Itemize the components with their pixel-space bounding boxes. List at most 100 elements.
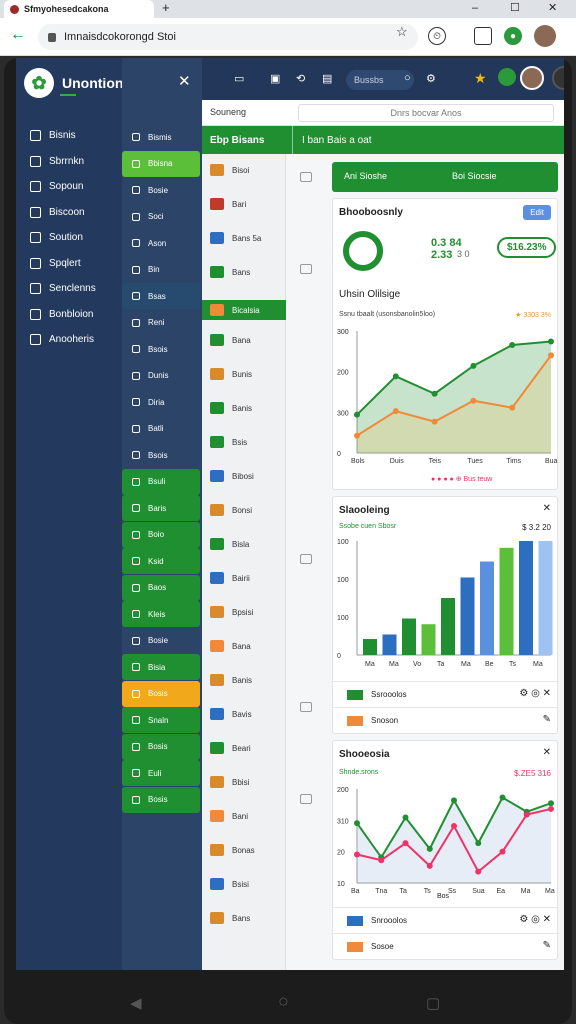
sub-nav-item[interactable]: Bosie <box>122 177 200 203</box>
list-item[interactable]: Bana <box>210 334 251 346</box>
sub-nav-item[interactable]: Snaln <box>122 707 200 733</box>
list-item[interactable]: Bavis <box>210 708 252 720</box>
list-item[interactable]: Bbisi <box>210 776 249 788</box>
sub-nav-item[interactable]: Bin <box>122 257 200 283</box>
sub-nav-item[interactable]: Bbisna <box>122 150 200 177</box>
kpi-tab-a[interactable]: Ani Sioshe <box>344 171 387 181</box>
nav-item[interactable]: Spqlert <box>30 257 81 269</box>
list-item[interactable]: Bans <box>210 266 250 278</box>
nav-item[interactable]: Anooheris <box>30 334 94 345</box>
minimize-button[interactable]: – <box>472 0 478 16</box>
card2-close-icon[interactable]: ✕ <box>543 503 551 514</box>
card3-row-2[interactable]: Sosoe ✎ <box>333 933 559 959</box>
nav-item[interactable]: Senclenns <box>30 283 96 294</box>
sub-nav-item[interactable]: Bsuli <box>122 468 200 495</box>
green-toolbar-right[interactable]: I ban Bais a oat <box>302 135 372 146</box>
list-item[interactable]: Bana <box>210 640 251 652</box>
maximize-button[interactable]: ☐ <box>510 0 520 16</box>
new-tab-button[interactable]: + <box>162 0 170 16</box>
close-window-button[interactable]: ✕ <box>548 0 557 16</box>
dashboard-icon[interactable]: ▭ <box>234 72 244 85</box>
sub-nav-item[interactable]: Bsas <box>122 283 200 309</box>
sub-nav-item[interactable]: Bosis <box>122 786 200 813</box>
image-icon[interactable]: ▣ <box>270 72 280 85</box>
reader-icon[interactable] <box>474 27 492 45</box>
chat-icon[interactable]: ▤ <box>322 72 332 85</box>
card3-close-icon[interactable]: ✕ <box>543 747 551 758</box>
sub-nav-item[interactable]: Bosis <box>122 733 200 760</box>
nav-item[interactable]: Bonbloion <box>30 308 93 320</box>
profile-avatar[interactable] <box>534 25 556 47</box>
sub-nav-item[interactable]: Batli <box>122 416 200 442</box>
sub-nav-item[interactable]: Baos <box>122 574 200 601</box>
user-avatar[interactable] <box>520 66 544 90</box>
list-item[interactable]: Bonsi <box>210 504 252 516</box>
browser-tab[interactable]: Sfmyohesedcakona <box>4 0 154 18</box>
list-item[interactable]: Banis <box>210 402 252 414</box>
card2-row-1[interactable]: Ssrooolos ⚙ ◎ ✕ <box>333 681 559 707</box>
back-arrow-icon[interactable]: ← <box>10 26 26 44</box>
user-avatar-2[interactable] <box>552 66 564 90</box>
nav-item[interactable]: Soution <box>30 232 83 243</box>
list-item[interactable]: Bairii <box>210 572 250 584</box>
sub-nav-item[interactable]: Bsois <box>122 442 200 468</box>
list-item[interactable]: Bibosi <box>210 470 254 482</box>
status-icon[interactable] <box>300 794 312 804</box>
sub-nav-item[interactable]: Ason <box>122 230 200 256</box>
list-item[interactable]: Bani <box>210 810 248 822</box>
list-item[interactable]: Bicalsia <box>202 300 286 320</box>
sub-nav-item[interactable]: Euli <box>122 760 200 786</box>
list-item[interactable]: Bonas <box>210 844 255 856</box>
sub-nav-item[interactable]: Baris <box>122 495 200 521</box>
nav-item[interactable]: Sbrrnkn <box>30 155 84 167</box>
status-icon[interactable] <box>300 702 312 712</box>
sub-nav-item[interactable]: Soci <box>122 204 200 230</box>
list-item[interactable]: Bari <box>210 198 246 210</box>
settings-icon[interactable]: ⚙ <box>426 72 436 85</box>
sub-nav-item[interactable]: Bisia <box>122 654 200 680</box>
card2-row-2[interactable]: Snoson ✎ <box>333 707 559 733</box>
star-icon[interactable]: ★ <box>474 70 487 87</box>
notification-icon[interactable]: ○ <box>404 72 411 84</box>
sub-nav-item[interactable]: Dunis <box>122 363 200 389</box>
sub-nav-item[interactable]: Bosie <box>122 628 200 654</box>
extension-green-icon[interactable]: ● <box>504 27 522 45</box>
nav-item[interactable]: Biscoon <box>30 206 85 218</box>
sub-nav-item[interactable]: Diria <box>122 389 200 415</box>
status-icon[interactable] <box>300 554 312 564</box>
green-toolbar-left[interactable]: Ebp Bisans <box>210 135 264 146</box>
status-green-icon[interactable] <box>498 68 516 86</box>
status-icon[interactable] <box>300 172 312 182</box>
android-recents-icon[interactable]: ▢ <box>426 994 440 1012</box>
card3-row-1[interactable]: Snrooolos ⚙ ◎ ✕ <box>333 907 559 933</box>
card2-row1-actions[interactable]: ⚙ ◎ ✕ <box>519 688 551 699</box>
share-icon[interactable]: ⟲ <box>296 72 305 85</box>
list-item[interactable]: Bsis <box>210 436 247 448</box>
status-icon[interactable] <box>300 264 312 274</box>
list-item[interactable]: Bunis <box>210 368 252 380</box>
extension-icon[interactable]: ⏲ <box>428 27 446 45</box>
sub-nav-item[interactable]: Bsois <box>122 336 200 362</box>
url-field[interactable]: Imnaisdcokorongd Stoi <box>38 24 418 50</box>
list-item[interactable]: Bisoi <box>210 164 249 176</box>
card3-row2-edit-icon[interactable]: ✎ <box>543 940 551 951</box>
nav-item[interactable]: Bisnis <box>30 130 76 141</box>
list-item[interactable]: Bsisi <box>210 878 249 890</box>
kpi-tab-b[interactable]: Boi Siocsie <box>452 171 497 181</box>
sub-nav-item[interactable]: Kleis <box>122 601 200 627</box>
close-sidebar-icon[interactable]: ✕ <box>178 72 191 90</box>
content-search-input[interactable]: Dnrs bocvar Anos <box>298 104 554 122</box>
list-item[interactable]: Bpsisi <box>210 606 253 618</box>
list-item[interactable]: Bans 5a <box>210 232 261 244</box>
sub-nav-item[interactable]: Boio <box>122 521 200 548</box>
list-item[interactable]: Beari <box>210 742 251 754</box>
sub-nav-item[interactable]: Ksid <box>122 548 200 574</box>
sub-nav-item[interactable]: Reni <box>122 310 200 336</box>
list-item[interactable]: Bans <box>210 912 250 924</box>
list-item[interactable]: Banis <box>210 674 252 686</box>
list-item[interactable]: Bisla <box>210 538 249 550</box>
sub-nav-item[interactable]: Bismis <box>122 124 200 150</box>
card3-row1-actions[interactable]: ⚙ ◎ ✕ <box>519 914 551 925</box>
nav-item[interactable]: Sopoun <box>30 181 83 192</box>
bookmark-star-icon[interactable]: ☆ <box>396 24 408 40</box>
